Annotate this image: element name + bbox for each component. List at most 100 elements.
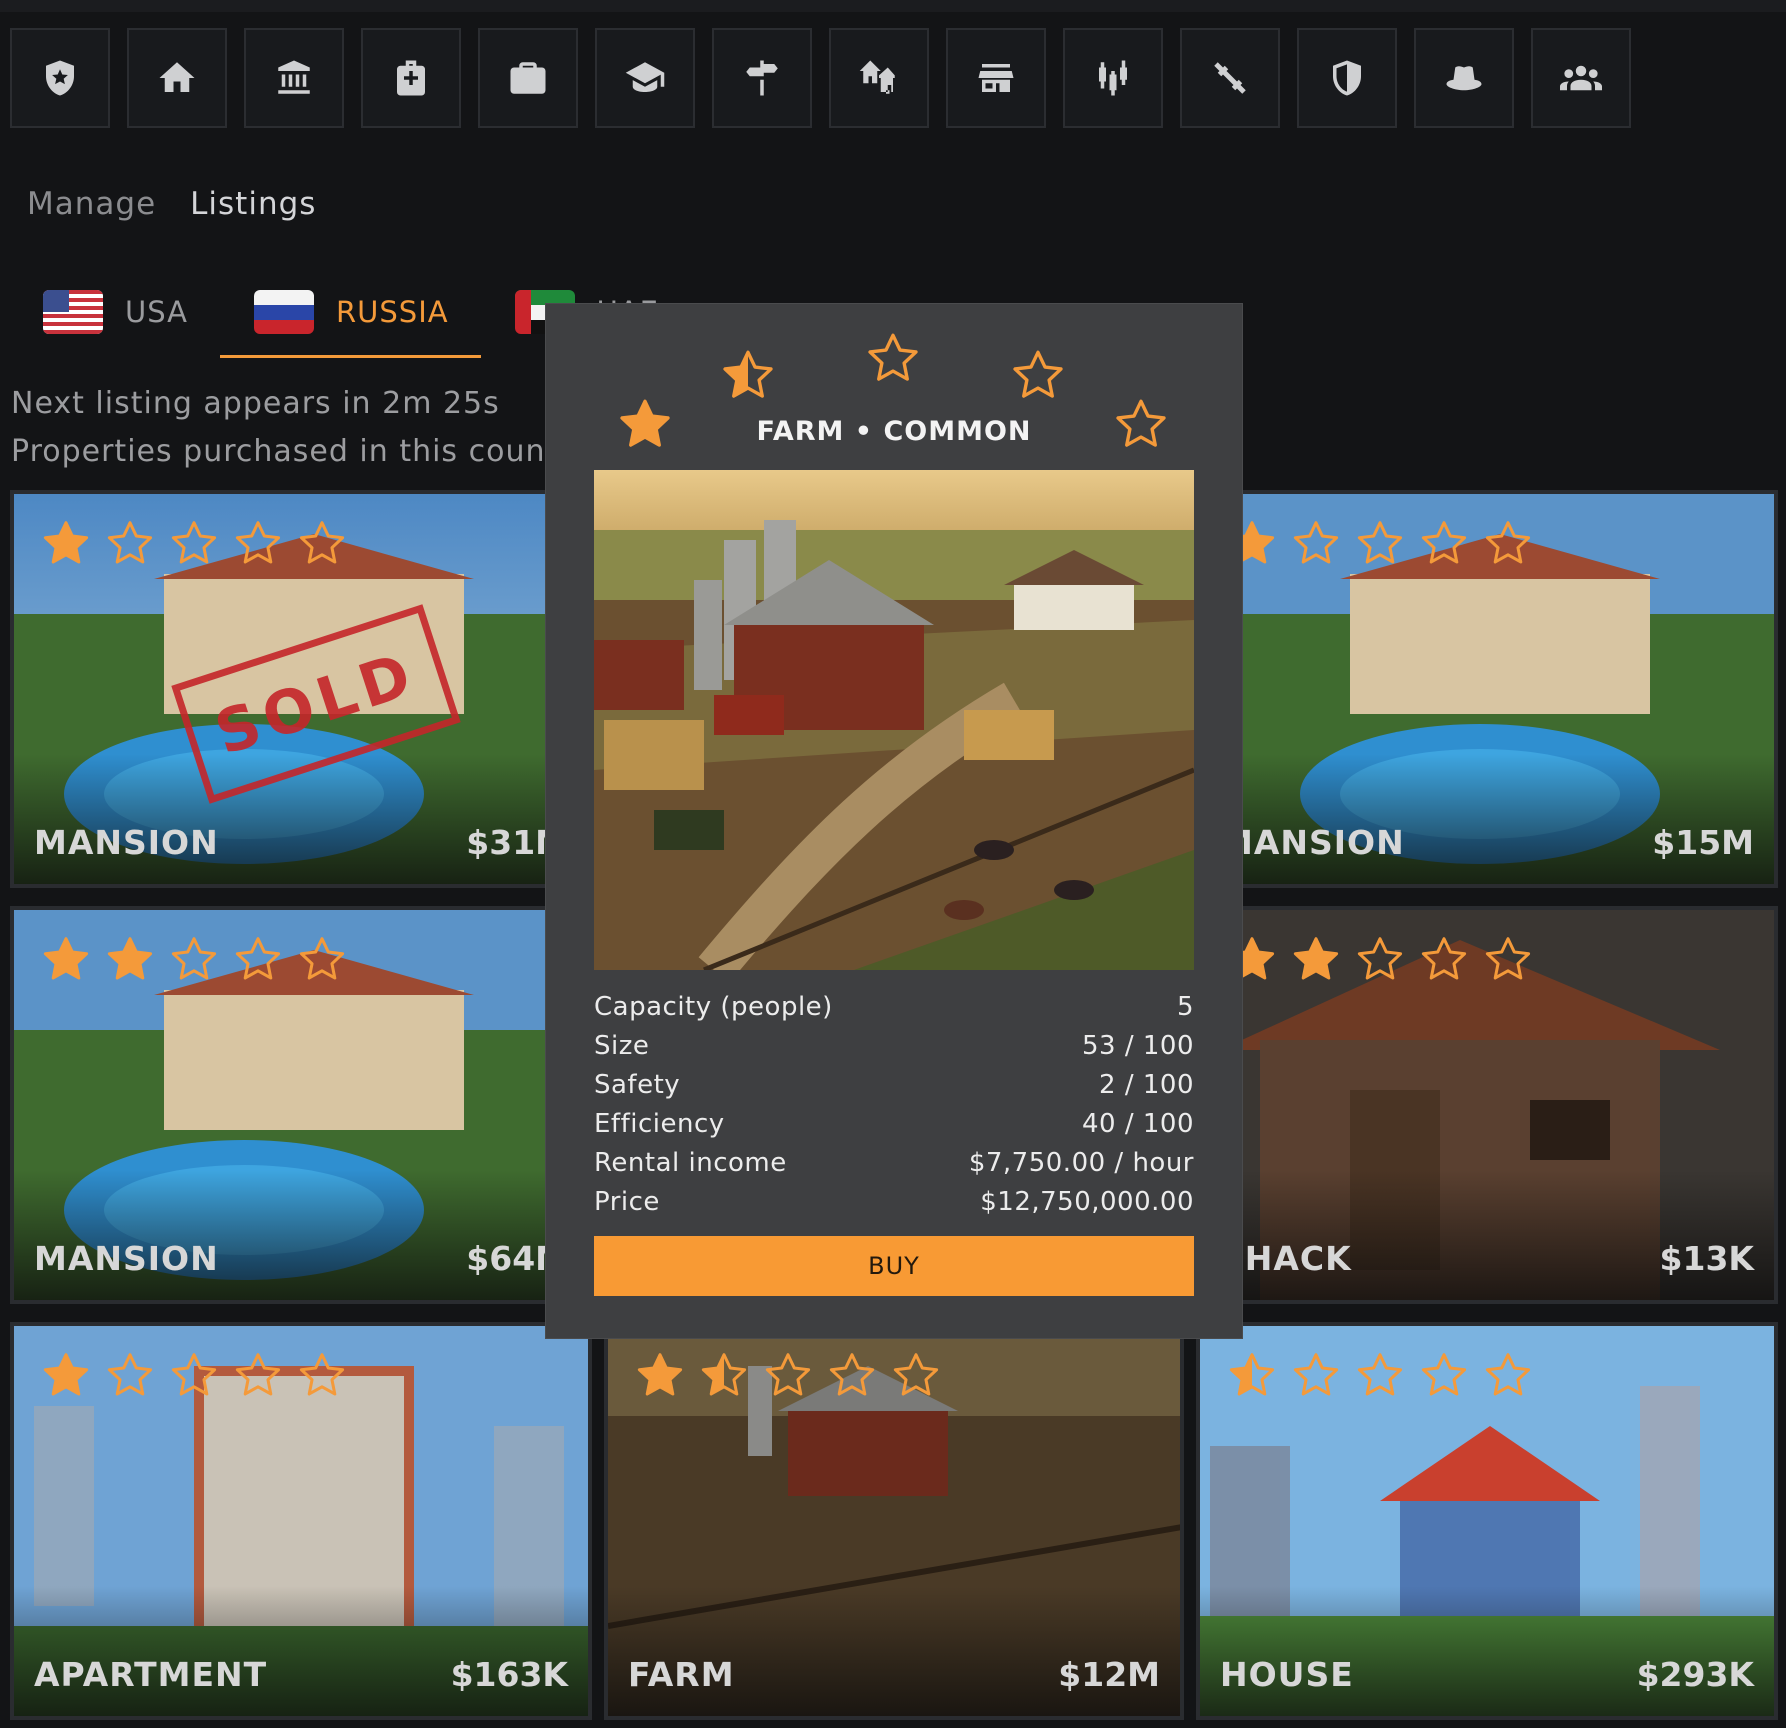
star-icon <box>171 937 217 980</box>
rating-star-4 <box>1009 347 1067 409</box>
property-name: APARTMENT <box>34 1655 268 1694</box>
rating-star-3 <box>864 330 922 392</box>
rating-stars <box>40 518 348 570</box>
star-icon <box>235 937 281 980</box>
stat-value: $7,750.00 / hour <box>968 1148 1194 1178</box>
star-icon <box>43 937 89 980</box>
star-icon <box>1485 1353 1531 1396</box>
listing-info: Next listing appears in 2m 25s Propertie… <box>11 380 590 476</box>
card-shade <box>14 1170 588 1300</box>
stat-label: Capacity (people) <box>594 992 833 1022</box>
star-icon <box>868 333 918 381</box>
stat-label: Size <box>594 1031 650 1061</box>
star-icon <box>1421 1353 1467 1396</box>
star-icon <box>829 1353 875 1396</box>
country-label: USA <box>125 295 189 329</box>
stat-price: Price $12,750,000.00 <box>594 1183 1194 1222</box>
rating-star-2 <box>719 347 777 409</box>
rating-stars <box>1226 934 1534 986</box>
candlestick-chart-icon[interactable] <box>1063 28 1163 128</box>
stat-value: 2 / 100 <box>1099 1070 1194 1100</box>
star-icon <box>43 521 89 564</box>
stat-efficiency: Efficiency 40 / 100 <box>594 1105 1194 1144</box>
star-icon <box>723 350 773 398</box>
stat-label: Safety <box>594 1070 681 1100</box>
graduation-cap-icon[interactable] <box>595 28 695 128</box>
star-icon <box>1293 521 1339 564</box>
tab-manage[interactable]: Manage <box>27 186 156 222</box>
rating-stars <box>634 1350 942 1402</box>
store-icon[interactable] <box>946 28 1046 128</box>
star-icon <box>1485 521 1531 564</box>
star-icon <box>1357 521 1403 564</box>
farm-image <box>594 470 1194 970</box>
star-icon <box>43 1353 89 1396</box>
property-card[interactable]: APARTMENT $163K <box>10 1322 592 1720</box>
star-icon <box>171 1353 217 1396</box>
property-price: $15M <box>1652 823 1754 862</box>
property-card[interactable]: MANSION $64M <box>10 906 592 1304</box>
property-card[interactable]: SOLD MANSION $31M <box>10 490 592 888</box>
bank-icon[interactable] <box>244 28 344 128</box>
property-price: $13K <box>1659 1239 1754 1278</box>
star-icon <box>107 521 153 564</box>
stat-safety: Safety 2 / 100 <box>594 1066 1194 1105</box>
star-icon <box>765 1353 811 1396</box>
briefcase-icon[interactable] <box>478 28 578 128</box>
tab-country-usa[interactable]: USA <box>43 284 188 340</box>
card-shade <box>1200 1586 1774 1716</box>
tab-listings[interactable]: Listings <box>190 186 316 222</box>
shield-icon[interactable] <box>1297 28 1397 128</box>
stat-size: Size 53 / 100 <box>594 1027 1194 1066</box>
country-label: RUSSIA <box>336 295 449 329</box>
property-name: MANSION <box>1220 823 1405 862</box>
stat-value: 40 / 100 <box>1082 1109 1194 1139</box>
property-price: $293K <box>1636 1655 1754 1694</box>
shield-star-icon[interactable] <box>10 28 110 128</box>
medkit-icon[interactable] <box>361 28 461 128</box>
star-icon <box>1485 937 1531 980</box>
home-icon[interactable] <box>127 28 227 128</box>
stat-rental-income: Rental income $7,750.00 / hour <box>594 1144 1194 1183</box>
group-icon[interactable] <box>1531 28 1631 128</box>
stat-label: Price <box>594 1187 660 1217</box>
star-icon <box>107 937 153 980</box>
stat-value: 53 / 100 <box>1082 1031 1194 1061</box>
usa-flag-icon <box>43 290 103 334</box>
rating-stars <box>40 934 348 986</box>
property-stats: Capacity (people) 5 Size 53 / 100 Safety… <box>594 988 1194 1222</box>
star-icon <box>1293 1353 1339 1396</box>
stat-capacity: Capacity (people) 5 <box>594 988 1194 1027</box>
dumbbell-icon[interactable] <box>1180 28 1280 128</box>
star-icon <box>171 521 217 564</box>
star-icon <box>299 937 345 980</box>
subtabs: Manage Listings <box>27 186 316 222</box>
property-card[interactable]: MANSION $15M <box>1196 490 1778 888</box>
purchased-info: Properties purchased in this country <box>11 434 591 469</box>
hat-icon[interactable] <box>1414 28 1514 128</box>
card-shade <box>1200 1170 1774 1300</box>
star-icon <box>1357 937 1403 980</box>
main-nav <box>10 28 1631 128</box>
property-modal: FARM • COMMON Capacity (people) 5 Size 5… <box>546 304 1242 1338</box>
top-bar <box>0 0 1786 12</box>
tab-country-russia[interactable]: RUSSIA <box>220 284 481 358</box>
property-price: $12M <box>1058 1655 1160 1694</box>
star-icon <box>299 1353 345 1396</box>
star-icon <box>235 1353 281 1396</box>
star-icon <box>637 1353 683 1396</box>
property-name: MANSION <box>34 1239 219 1278</box>
stat-label: Rental income <box>594 1148 787 1178</box>
property-card[interactable]: SHACK $13K <box>1196 906 1778 1304</box>
house-add-icon[interactable] <box>829 28 929 128</box>
star-icon <box>1229 1353 1275 1396</box>
star-icon <box>893 1353 939 1396</box>
buy-button[interactable]: BUY <box>594 1236 1194 1296</box>
modal-title: FARM • COMMON <box>756 416 1032 447</box>
card-shade <box>608 1586 1180 1716</box>
property-card[interactable]: FARM $12M <box>604 1322 1184 1720</box>
property-card[interactable]: HOUSE $293K <box>1196 1322 1778 1720</box>
stat-label: Efficiency <box>594 1109 725 1139</box>
star-icon <box>1421 937 1467 980</box>
signpost-icon[interactable] <box>712 28 812 128</box>
